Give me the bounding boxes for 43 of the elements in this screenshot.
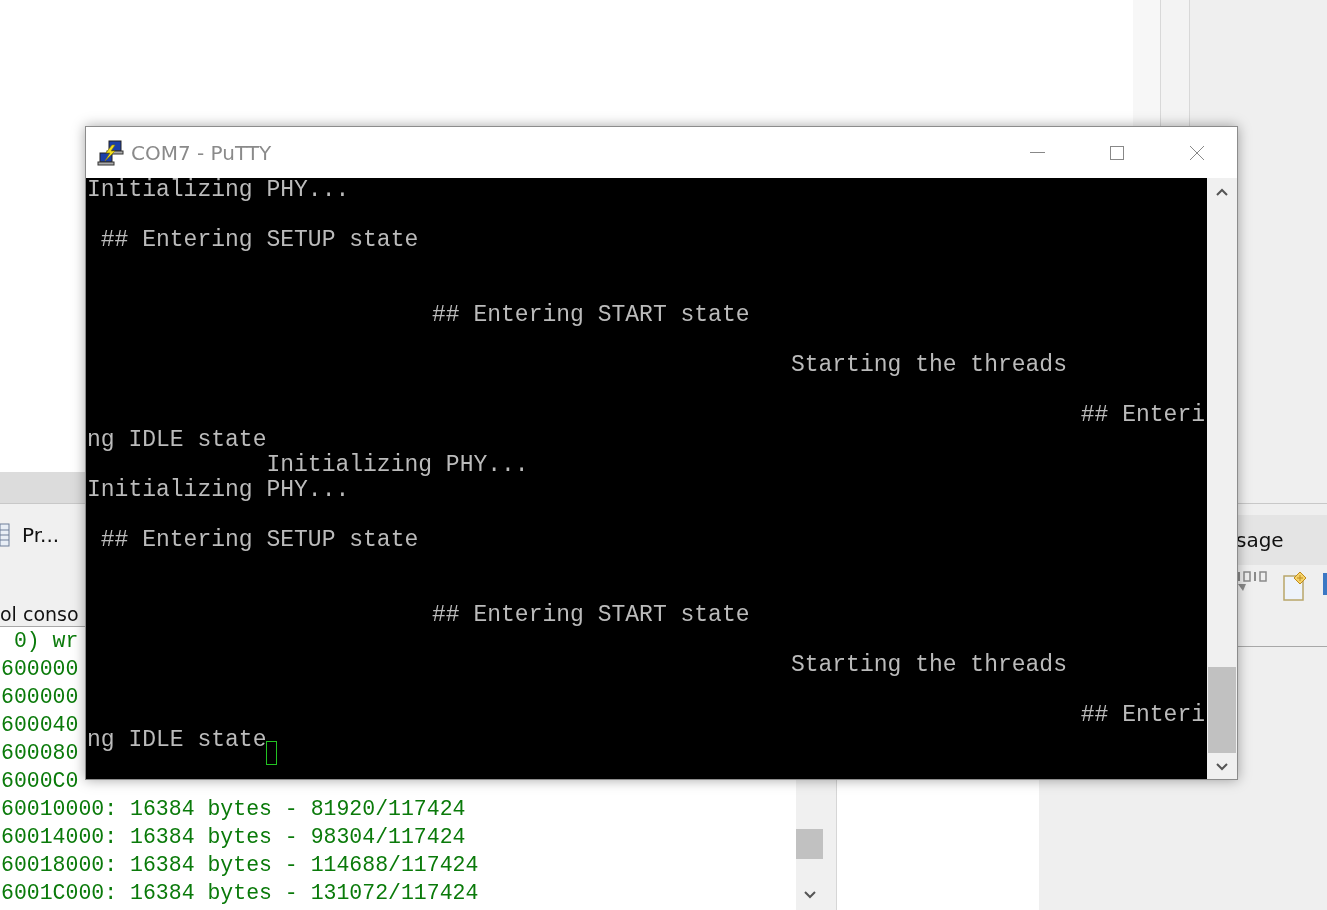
- scrollbar[interactable]: [796, 779, 823, 910]
- console-line: 600040: [1, 712, 79, 739]
- terminal-line: Starting the threads: [789, 653, 1067, 678]
- terminal-line: Starting the threads: [789, 353, 1067, 378]
- console-line: 600080: [1, 740, 79, 767]
- toolbar-icon[interactable]: [1323, 571, 1327, 597]
- tab-label: Pr...: [22, 522, 60, 547]
- computers-icon: [97, 138, 125, 167]
- terminal-line: Initializing PHY...: [87, 178, 350, 203]
- terminal-cursor: [266, 740, 278, 765]
- terminal-line: ## Entering START state: [431, 303, 750, 328]
- binary-icon[interactable]: [1237, 571, 1269, 593]
- console-line: 600000: [1, 656, 79, 683]
- panel-sash[interactable]: [823, 779, 837, 910]
- view-title: sage: [1236, 528, 1284, 552]
- terminal-line: ## Enteri: [1079, 403, 1205, 428]
- terminal-line: ## Entering START state: [431, 603, 750, 628]
- window-title: COM7 - PuTTY: [131, 140, 272, 165]
- maximize-icon: [1109, 144, 1125, 161]
- close-icon: [1189, 144, 1205, 161]
- console-line: 6001C000: 16384 bytes - 131072/117424: [1, 880, 479, 907]
- terminal-line: ## Entering SETUP state: [99, 528, 419, 553]
- console-line: 600000: [1, 684, 79, 711]
- console-line: 60014000: 16384 bytes - 98304/117424: [1, 824, 466, 851]
- terminal-line: ng IDLE state: [87, 728, 267, 753]
- list-icon: [0, 522, 10, 547]
- panel-sash[interactable]: [1133, 0, 1161, 126]
- panel-sash[interactable]: [1161, 0, 1190, 126]
- terminal-line: Initializing PHY...: [265, 453, 529, 478]
- terminal-line: ng IDLE state: [87, 428, 267, 453]
- console-line: 0) wr: [12, 628, 79, 655]
- console-line: 60010000: 16384 bytes - 81920/117424: [1, 796, 466, 823]
- terminal-line: ## Enteri: [1079, 703, 1205, 728]
- console-line: 60018000: 16384 bytes - 114688/117424: [1, 852, 479, 879]
- new-document-icon[interactable]: [1283, 571, 1309, 601]
- terminal-line: ## Entering SETUP state: [99, 228, 419, 253]
- scroll-thumb[interactable]: [796, 829, 823, 859]
- scroll-thumb[interactable]: [1208, 667, 1236, 753]
- view-title: ol conso: [0, 602, 79, 626]
- minimize-icon: [1029, 152, 1045, 153]
- terminal-line: Initializing PHY...: [87, 478, 350, 503]
- console-line: 6000C0: [1, 768, 79, 795]
- scrollbar[interactable]: [1207, 178, 1237, 779]
